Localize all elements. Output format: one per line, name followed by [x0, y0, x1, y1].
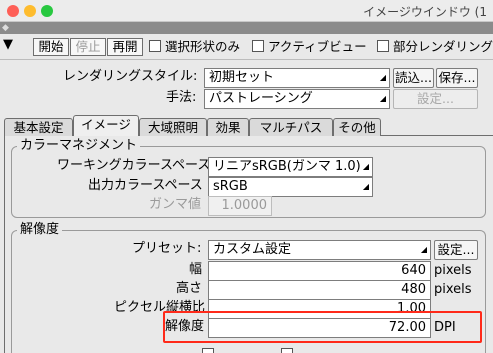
tab-global-illumination[interactable]: 大域照明	[139, 118, 207, 136]
dpi-field[interactable]: 72.00	[208, 318, 431, 338]
bottom-checkbox-1[interactable]	[202, 348, 214, 353]
dropdown-arrow-icon: ◢	[362, 162, 369, 171]
working-color-space-label: ワーキングカラースペース	[57, 158, 211, 173]
method-label: 手法:	[166, 90, 197, 105]
resume-button[interactable]: 再開	[107, 38, 143, 56]
dropdown-arrow-icon: ◢	[362, 182, 369, 191]
width-field[interactable]: 640	[208, 261, 431, 281]
start-button[interactable]: 開始	[33, 38, 69, 56]
save-button[interactable]: 保存...	[436, 68, 478, 88]
close-window-button[interactable]	[7, 5, 19, 17]
height-field[interactable]: 480	[208, 280, 431, 300]
partial-render-checkbox[interactable]	[377, 40, 389, 52]
tab-basic-settings[interactable]: 基本設定	[4, 118, 73, 136]
panel-strip: ◆	[0, 22, 493, 34]
height-label: 高さ	[176, 281, 203, 296]
method-value: パストレーシング	[209, 91, 313, 106]
gamma-field[interactable]: 1.0000	[208, 196, 272, 216]
tab-image[interactable]: イメージ	[73, 115, 139, 136]
collapse-triangle-icon[interactable]: ▼	[3, 37, 13, 52]
preset-value: カスタム設定	[213, 242, 292, 257]
rendering-style-value: 初期セット	[209, 70, 275, 85]
active-view-label: アクティブビュー	[268, 39, 367, 54]
output-color-space-select[interactable]: sRGB ◢	[208, 177, 373, 197]
dpi-label: 解像度	[165, 318, 207, 336]
output-color-space-value: sRGB	[213, 179, 248, 194]
selection-only-label: 選択形状のみ	[165, 39, 241, 54]
width-label: 幅	[189, 262, 203, 277]
gamma-label: ガンマ値	[149, 197, 202, 212]
load-button[interactable]: 読込...	[393, 68, 434, 88]
method-settings-button[interactable]: 設定...	[393, 89, 478, 109]
minimize-window-button[interactable]	[24, 5, 36, 17]
working-color-space-value: リニアsRGB(ガンマ 1.0)	[213, 159, 361, 174]
preset-settings-button[interactable]: 設定...	[434, 240, 478, 260]
dropdown-arrow-icon: ◢	[379, 73, 386, 82]
bottom-checkbox-2[interactable]	[281, 348, 293, 353]
resolution-title: 解像度	[17, 222, 63, 238]
method-select[interactable]: パストレーシング ◢	[204, 89, 390, 109]
active-view-checkbox[interactable]	[252, 40, 264, 52]
selection-only-checkbox[interactable]	[149, 40, 161, 52]
rendering-style-label: レンダリングスタイル:	[63, 69, 198, 84]
color-management-title: カラーマネジメント	[17, 138, 141, 154]
zoom-window-button[interactable]	[41, 5, 53, 17]
dpi-unit: DPI	[434, 320, 456, 335]
tab-multipass[interactable]: マルチパス	[249, 118, 333, 136]
width-unit: pixels	[434, 263, 472, 278]
preset-select[interactable]: カスタム設定 ◢	[208, 240, 431, 260]
working-color-space-select[interactable]: リニアsRGB(ガンマ 1.0) ◢	[208, 157, 373, 177]
height-unit: pixels	[434, 282, 472, 297]
partial-render-label: 部分レンダリング	[393, 39, 493, 54]
title-bar: イメージウインドウ (1	[0, 0, 493, 22]
tab-effects[interactable]: 効果	[207, 118, 249, 136]
dropdown-arrow-icon: ◢	[420, 245, 427, 254]
stop-button[interactable]: 停止	[70, 38, 106, 56]
dropdown-arrow-icon: ◢	[379, 94, 386, 103]
preset-label: プリセット:	[132, 241, 202, 256]
output-color-space-label: 出力カラースペース	[88, 178, 203, 193]
window-title: イメージウインドウ (1	[363, 5, 487, 19]
tab-other[interactable]: その他	[333, 118, 381, 136]
render-toolbar: ▼ 開始 停止 再開 選択形状のみ アクティブビュー 部分レンダリング	[0, 34, 493, 60]
diamond-icon: ◆	[2, 23, 9, 33]
rendering-style-select[interactable]: 初期セット ◢	[204, 68, 390, 88]
